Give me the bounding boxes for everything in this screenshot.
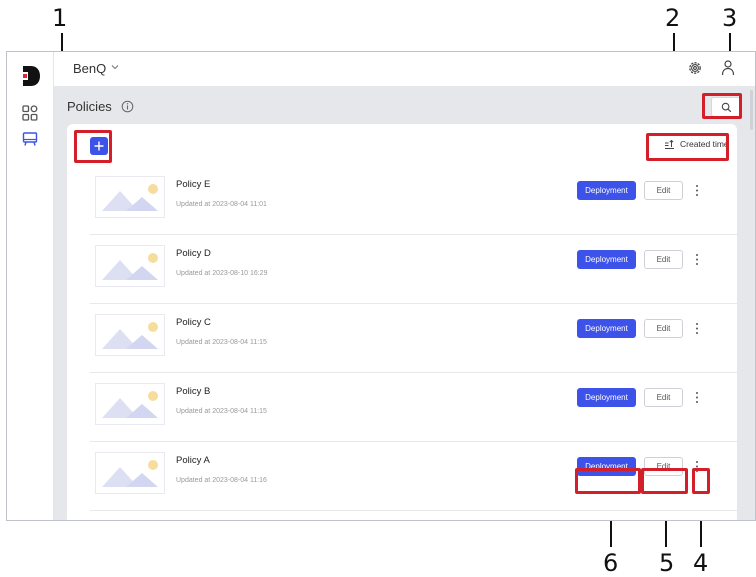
- callout-1: 1: [52, 4, 68, 32]
- edit-button[interactable]: Edit: [644, 250, 683, 269]
- policy-row[interactable]: Policy D Updated at 2023-08-10 16:29 Dep…: [90, 235, 737, 304]
- policy-row[interactable]: Policy A Updated at 2023-08-04 11:16 Dep…: [90, 442, 737, 511]
- more-options-icon[interactable]: [691, 319, 703, 338]
- sort-icon: [665, 139, 674, 149]
- image-placeholder-icon: [102, 322, 158, 349]
- more-options-icon[interactable]: [691, 181, 703, 200]
- image-placeholder-icon: [102, 253, 158, 280]
- deployment-button[interactable]: Deployment: [577, 319, 636, 338]
- sort-label: Created time: [680, 139, 729, 149]
- policy-thumbnail: [95, 383, 165, 425]
- top-bar: BenQ: [54, 52, 755, 86]
- sort-created-time-button[interactable]: Created time: [658, 134, 734, 156]
- chevron-down-icon[interactable]: [110, 62, 120, 72]
- policy-updated: Updated at 2023-08-04 11:16: [176, 477, 267, 484]
- policy-name: Policy C: [176, 317, 211, 328]
- policy-thumbnail: [95, 452, 165, 494]
- deployment-button[interactable]: Deployment: [577, 388, 636, 407]
- policy-updated: Updated at 2023-08-04 11:01: [176, 201, 267, 208]
- policy-thumbnail: [95, 314, 165, 356]
- search-button[interactable]: [711, 97, 741, 117]
- callout-5: 5: [659, 549, 675, 577]
- more-options-icon[interactable]: [691, 250, 703, 269]
- display-icon[interactable]: [21, 130, 39, 148]
- callout-6: 6: [603, 549, 619, 577]
- callout-3: 3: [722, 4, 738, 32]
- page-title: Policies: [67, 99, 112, 114]
- app-logo-icon: [23, 66, 40, 86]
- info-icon[interactable]: [121, 100, 134, 113]
- main-content: Policies Created time Policy E Updated a…: [54, 86, 755, 520]
- more-options-icon[interactable]: [691, 457, 703, 476]
- policy-updated: Updated at 2023-08-04 11:15: [176, 408, 267, 415]
- image-placeholder-icon: [102, 460, 158, 487]
- policy-thumbnail: [95, 245, 165, 287]
- more-options-icon[interactable]: [691, 388, 703, 407]
- policy-thumbnail: [95, 176, 165, 218]
- edit-button[interactable]: Edit: [644, 181, 683, 200]
- org-selector[interactable]: BenQ: [73, 61, 106, 76]
- deployment-button[interactable]: Deployment: [577, 250, 636, 269]
- edit-button[interactable]: Edit: [644, 457, 683, 476]
- policy-row[interactable]: Policy B Updated at 2023-08-04 11:15 Dep…: [90, 373, 737, 442]
- app-window: BenQ Policies Created time Policy E Upda…: [6, 51, 756, 521]
- image-placeholder-icon: [102, 184, 158, 211]
- policy-name: Policy A: [176, 455, 210, 466]
- policy-updated: Updated at 2023-08-04 11:15: [176, 339, 267, 346]
- policy-name: Policy E: [176, 179, 211, 190]
- policy-name: Policy B: [176, 386, 211, 397]
- plus-icon: [94, 141, 104, 151]
- policy-row[interactable]: Policy C Updated at 2023-08-04 11:15 Dep…: [90, 304, 737, 373]
- deployment-button[interactable]: Deployment: [577, 181, 636, 200]
- image-placeholder-icon: [102, 391, 158, 418]
- add-policy-button[interactable]: [90, 137, 108, 155]
- policy-list-card: Created time Policy E Updated at 2023-08…: [67, 124, 737, 520]
- scrollbar[interactable]: [750, 90, 753, 130]
- user-icon[interactable]: [720, 59, 736, 77]
- sidebar: [7, 52, 54, 520]
- edit-button[interactable]: Edit: [644, 388, 683, 407]
- policy-name: Policy D: [176, 248, 211, 259]
- search-icon: [721, 102, 732, 113]
- gear-icon[interactable]: [687, 60, 703, 76]
- edit-button[interactable]: Edit: [644, 319, 683, 338]
- deployment-button[interactable]: Deployment: [577, 457, 636, 476]
- policy-row[interactable]: Policy E Updated at 2023-08-04 11:01 Dep…: [90, 166, 737, 235]
- callout-4: 4: [693, 549, 709, 577]
- callout-2: 2: [665, 4, 681, 32]
- policy-updated: Updated at 2023-08-10 16:29: [176, 270, 268, 277]
- dashboard-icon[interactable]: [21, 104, 39, 122]
